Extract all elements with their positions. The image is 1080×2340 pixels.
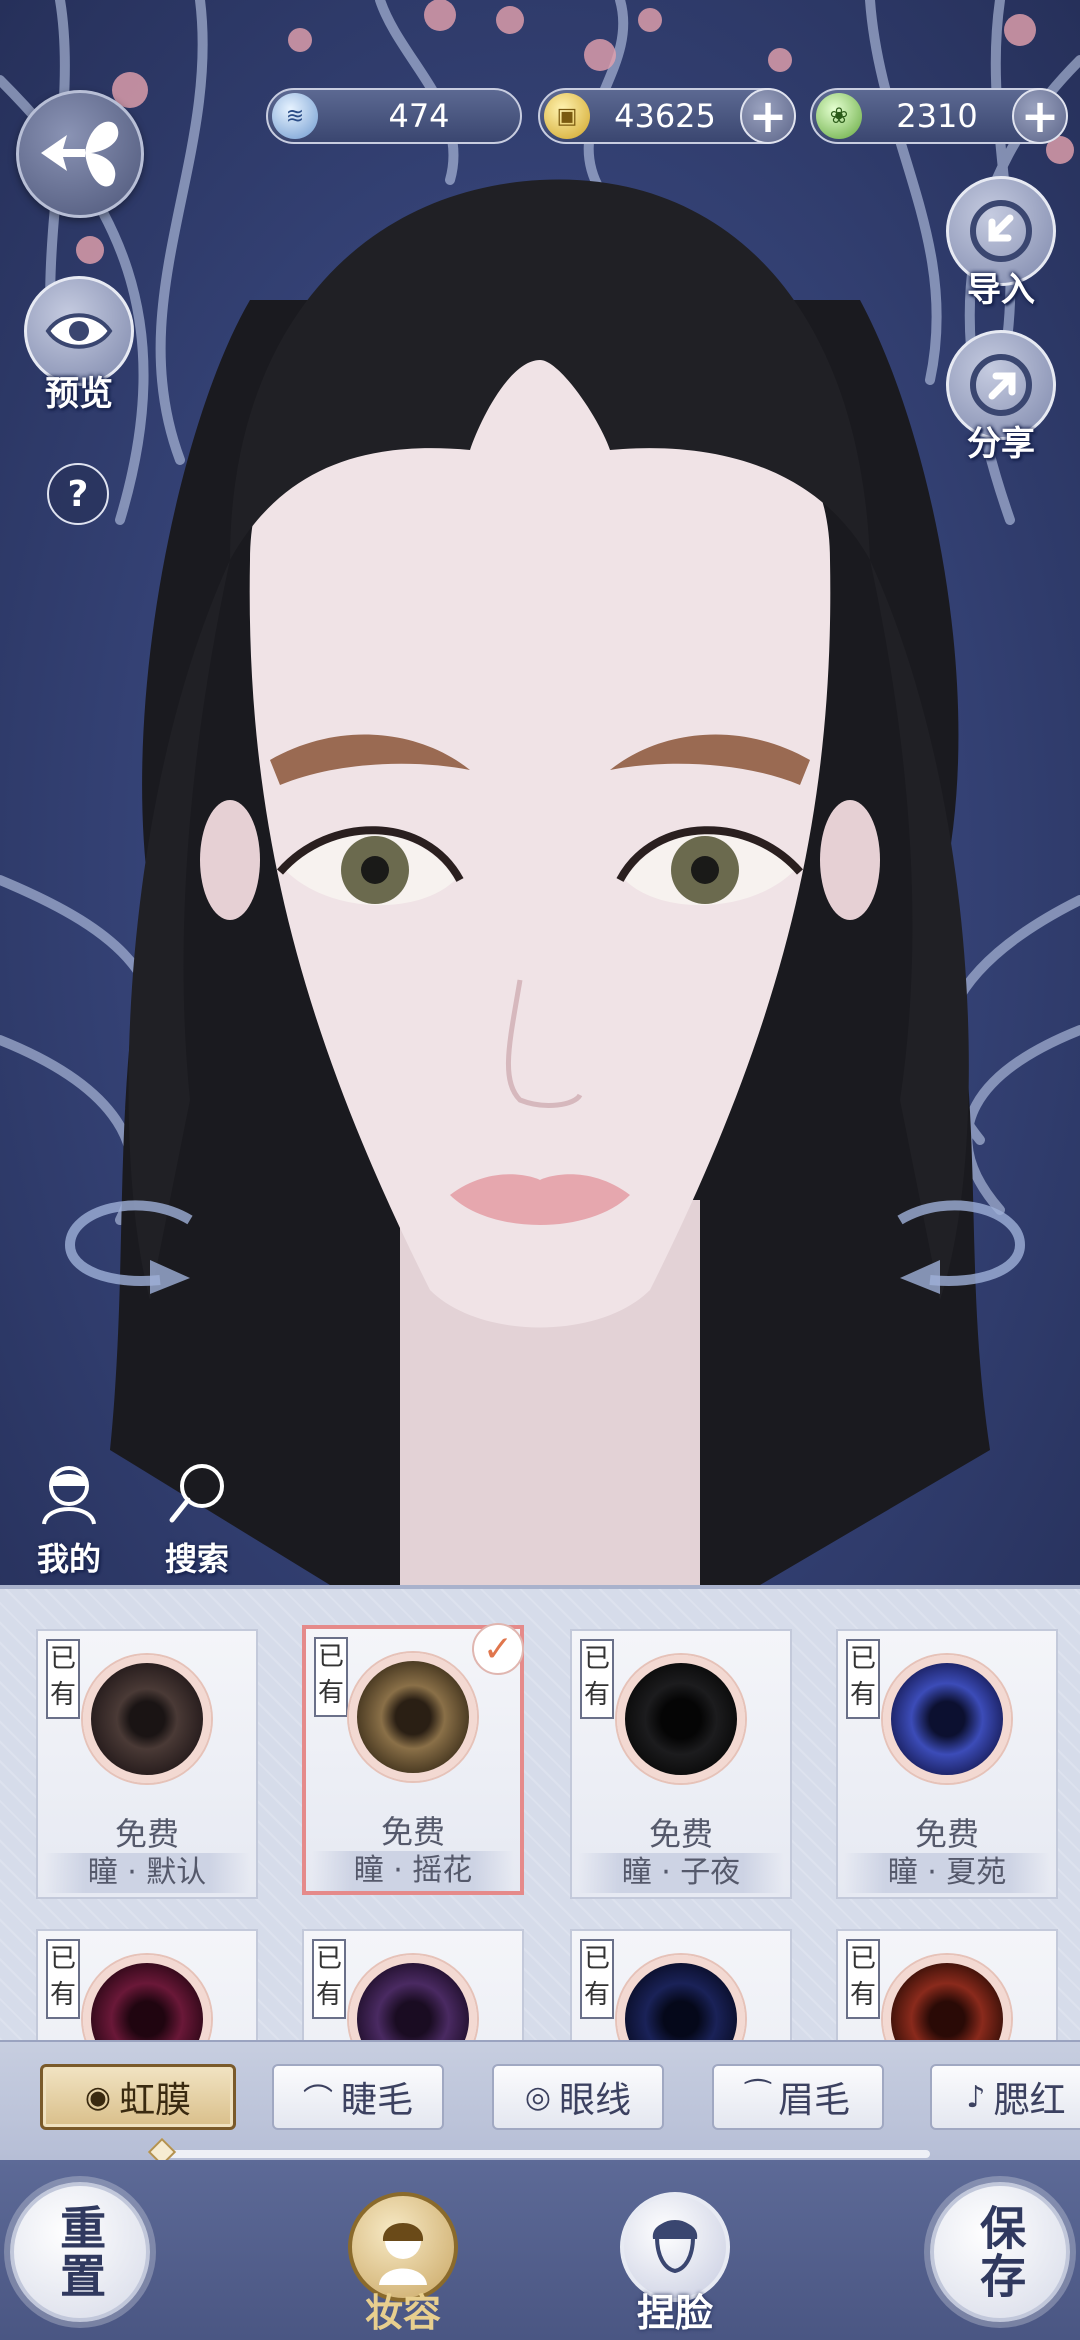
eye-icon	[45, 313, 113, 349]
coin-icon: ▣	[544, 93, 590, 139]
help-button[interactable]: ?	[47, 463, 109, 525]
iris-card-7[interactable]: 已有	[570, 1929, 792, 2040]
item-price: 免费	[914, 1815, 979, 1853]
iris-card-xiayuan[interactable]: 已有 免费 瞳 · 夏苑	[836, 1629, 1058, 1899]
import-icon	[970, 200, 1032, 262]
tab-label: 眼线	[559, 2080, 632, 2121]
iris-swatch	[83, 1955, 211, 2040]
iris-card-default[interactable]: 已有 免费 瞳 · 默认	[36, 1629, 258, 1899]
item-name: 瞳 · 默认	[44, 1853, 250, 1893]
coin-currency: ▣ 43625 +	[538, 88, 796, 144]
jade-amount: 474	[388, 97, 450, 135]
import-label: 导入	[967, 270, 1035, 310]
share-label: 分享	[967, 424, 1035, 464]
tab-blush[interactable]: ♪ 腮红	[930, 2064, 1080, 2130]
spirit-amount: 2310	[896, 97, 978, 135]
bottom-action-bar: 重置 妆容 捏脸 保存	[0, 2160, 1080, 2340]
blush-icon: ♪	[966, 2079, 986, 2115]
owned-tag: 已有	[846, 1639, 880, 1719]
item-price: 免费	[380, 1813, 445, 1851]
selected-check-icon: ✓	[472, 1623, 524, 1675]
iris-card-yaohua[interactable]: 已有 免费 瞳 · 摇花 ✓	[302, 1623, 524, 1895]
search-label: 搜索	[164, 1540, 229, 1578]
makeup-category-tabs[interactable]: ◉ 虹膜 ⌒ 睫毛 ◎ 眼线 ⁀ 眉毛 ♪ 腮红	[0, 2040, 1080, 2167]
iris-card-ziye[interactable]: 已有 免费 瞳 · 子夜	[570, 1629, 792, 1899]
rotate-right-icon[interactable]	[890, 1190, 1040, 1300]
makeup-mode-label: 妆容	[364, 2291, 441, 2335]
iris-swatch	[349, 1653, 477, 1781]
item-price: 免费	[648, 1815, 713, 1853]
preview-label: 预览	[45, 374, 113, 414]
tab-eyeliner[interactable]: ◎ 眼线	[492, 2064, 664, 2130]
tab-eyelash[interactable]: ⌒ 睫毛	[272, 2064, 444, 2130]
reset-label: 重置	[53, 2204, 108, 2300]
search-button[interactable]: 搜索	[142, 1460, 252, 1580]
save-button[interactable]: 保存	[930, 2182, 1070, 2322]
save-label: 保存	[973, 2204, 1028, 2300]
iris-card-6[interactable]: 已有	[302, 1929, 524, 2040]
spirit-currency: ❀ 2310 +	[810, 88, 1068, 144]
add-coin-button[interactable]: +	[740, 88, 796, 144]
mine-button[interactable]: 我的	[14, 1460, 124, 1580]
makeup-portrait-icon	[379, 2223, 427, 2285]
tab-label: 虹膜	[119, 2080, 192, 2121]
tab-scroll-track[interactable]	[160, 2150, 930, 2158]
item-name: 瞳 · 子夜	[578, 1853, 784, 1893]
iris-icon: ◉	[84, 2079, 112, 2115]
tab-label: 腮红	[993, 2080, 1066, 2121]
item-price: 免费	[114, 1815, 179, 1853]
spirit-icon: ❀	[816, 93, 862, 139]
tab-label: 眉毛	[778, 2080, 851, 2121]
face-mode-label: 捏脸	[636, 2291, 713, 2335]
owned-tag: 已有	[846, 1939, 880, 2019]
item-name: 瞳 · 夏苑	[844, 1853, 1050, 1893]
owned-tag: 已有	[314, 1637, 348, 1717]
iris-swatch	[617, 1955, 745, 2040]
owned-tag: 已有	[580, 1639, 614, 1719]
iris-swatch	[83, 1655, 211, 1783]
face-sculpt-icon	[652, 2220, 698, 2274]
tab-label: 睫毛	[340, 2080, 413, 2121]
eyebrow-icon: ⁀	[745, 2079, 771, 2115]
item-name: 瞳 · 摇花	[312, 1851, 514, 1891]
character-avatar[interactable]	[0, 0, 1080, 1585]
eyelash-icon: ⌒	[302, 2083, 333, 2118]
owned-tag: 已有	[46, 1939, 80, 2019]
jade-currency: ≋ 474	[266, 88, 522, 144]
tab-iris[interactable]: ◉ 虹膜	[40, 2064, 236, 2130]
rotate-left-icon[interactable]	[50, 1190, 200, 1300]
owned-tag: 已有	[580, 1939, 614, 2019]
butterfly-back-icon	[41, 121, 119, 187]
iris-swatch	[349, 1955, 477, 2040]
avatar-outline-icon	[42, 1466, 96, 1525]
owned-tag: 已有	[46, 1639, 80, 1719]
jade-icon: ≋	[272, 93, 318, 139]
iris-swatch	[883, 1955, 1011, 2040]
iris-item-grid[interactable]: 已有 免费 瞳 · 默认 已有 免费 瞳 · 摇花 ✓ 已有 免费 瞳 · 子夜…	[0, 1585, 1080, 2040]
iris-card-5[interactable]: 已有	[36, 1929, 258, 2040]
mine-label: 我的	[36, 1540, 101, 1578]
iris-card-8[interactable]: 已有	[836, 1929, 1058, 2040]
owned-tag: 已有	[312, 1939, 346, 2019]
eyeliner-icon: ◎	[524, 2079, 552, 2115]
tab-eyebrow[interactable]: ⁀ 眉毛	[712, 2064, 884, 2130]
character-preview-scene[interactable]: ≋ 474 ▣ 43625 + ❀ 2310 + 预览 ? 导入 分享 我的 搜…	[0, 0, 1080, 1585]
add-spirit-button[interactable]: +	[1012, 88, 1068, 144]
iris-swatch	[617, 1655, 745, 1783]
iris-swatch	[883, 1655, 1011, 1783]
search-icon	[169, 1464, 224, 1523]
share-icon	[970, 354, 1032, 416]
coin-amount: 43625	[614, 97, 716, 135]
back-button[interactable]	[16, 90, 144, 218]
reset-button[interactable]: 重置	[10, 2182, 150, 2322]
